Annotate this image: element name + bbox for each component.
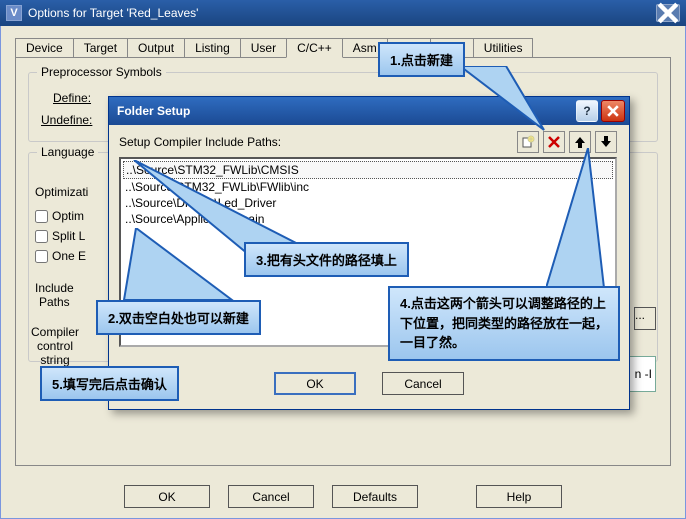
main-help-button[interactable]: Help [476,485,562,508]
dialog-close-button[interactable] [601,100,625,122]
undefine-label: Undefine: [41,113,92,127]
callout-2: 2.双击空白处也可以新建 [96,300,261,335]
compiler-control-text: n -I [635,367,652,381]
callout-4-pointer [546,148,606,290]
lang-legend: Language [37,145,98,159]
arrow-down-icon [599,135,613,149]
preproc-legend: Preprocessor Symbols [37,65,166,79]
tabstrip: Device Target Output Listing User C/C++ … [15,38,671,58]
app-icon: V [6,5,22,21]
delete-icon [547,135,561,149]
cb-optim[interactable]: Optim [35,209,84,223]
tab-user[interactable]: User [240,38,287,58]
include-paths-label: Include Paths [35,281,74,309]
dialog-label: Setup Compiler Include Paths: [119,135,281,149]
help-icon: ? [583,104,590,118]
compiler-control-label: Compiler control string [31,325,79,367]
main-defaults-button[interactable]: Defaults [332,485,418,508]
tab-output[interactable]: Output [127,38,185,58]
tab-target[interactable]: Target [73,38,128,58]
callout-1: 1.点击新建 [378,42,465,77]
dialog-help-button[interactable]: ? [576,100,598,122]
define-label: Define: [53,91,91,105]
callout-1-pointer [460,66,560,136]
cb-one-e[interactable]: One E [35,249,86,263]
include-path-browse-button[interactable]: ... [634,307,656,330]
main-titlebar: V Options for Target 'Red_Leaves' [0,0,686,26]
callout-5: 5.填写完后点击确认 [40,366,179,401]
close-icon [607,105,619,117]
close-icon [657,2,679,24]
cb-one-e-label: One E [52,249,86,263]
optimization-label: Optimizati [35,185,88,199]
tab-device[interactable]: Device [15,38,74,58]
main-ok-button[interactable]: OK [124,485,210,508]
cb-split-label: Split L [52,229,85,243]
dialog-cancel-button[interactable]: Cancel [382,372,464,395]
callout-2-pointer [120,228,240,304]
new-icon [521,135,535,149]
main-cancel-button[interactable]: Cancel [228,485,314,508]
callout-4: 4.点击这两个箭头可以调整路径的上下位置，把同类型的路径放在一起，一目了然。 [388,286,620,361]
callout-3: 3.把有头文件的路径填上 [244,242,409,277]
tab-cpp[interactable]: C/C++ [286,38,343,58]
tab-utilities[interactable]: Utilities [473,38,534,58]
cb-optim-label: Optim [52,209,84,223]
dialog-button-bar: OK Cancel [109,372,629,395]
tab-listing[interactable]: Listing [184,38,241,58]
cb-split[interactable]: Split L [35,229,85,243]
main-close-button[interactable] [656,4,680,22]
dialog-ok-button[interactable]: OK [274,372,356,395]
window-title: Options for Target 'Red_Leaves' [28,6,656,20]
arrow-up-icon [573,135,587,149]
main-button-bar: OK Cancel Defaults Help [1,485,685,508]
cb-optim-box[interactable] [35,210,48,223]
cb-one-e-box[interactable] [35,250,48,263]
cb-split-box[interactable] [35,230,48,243]
